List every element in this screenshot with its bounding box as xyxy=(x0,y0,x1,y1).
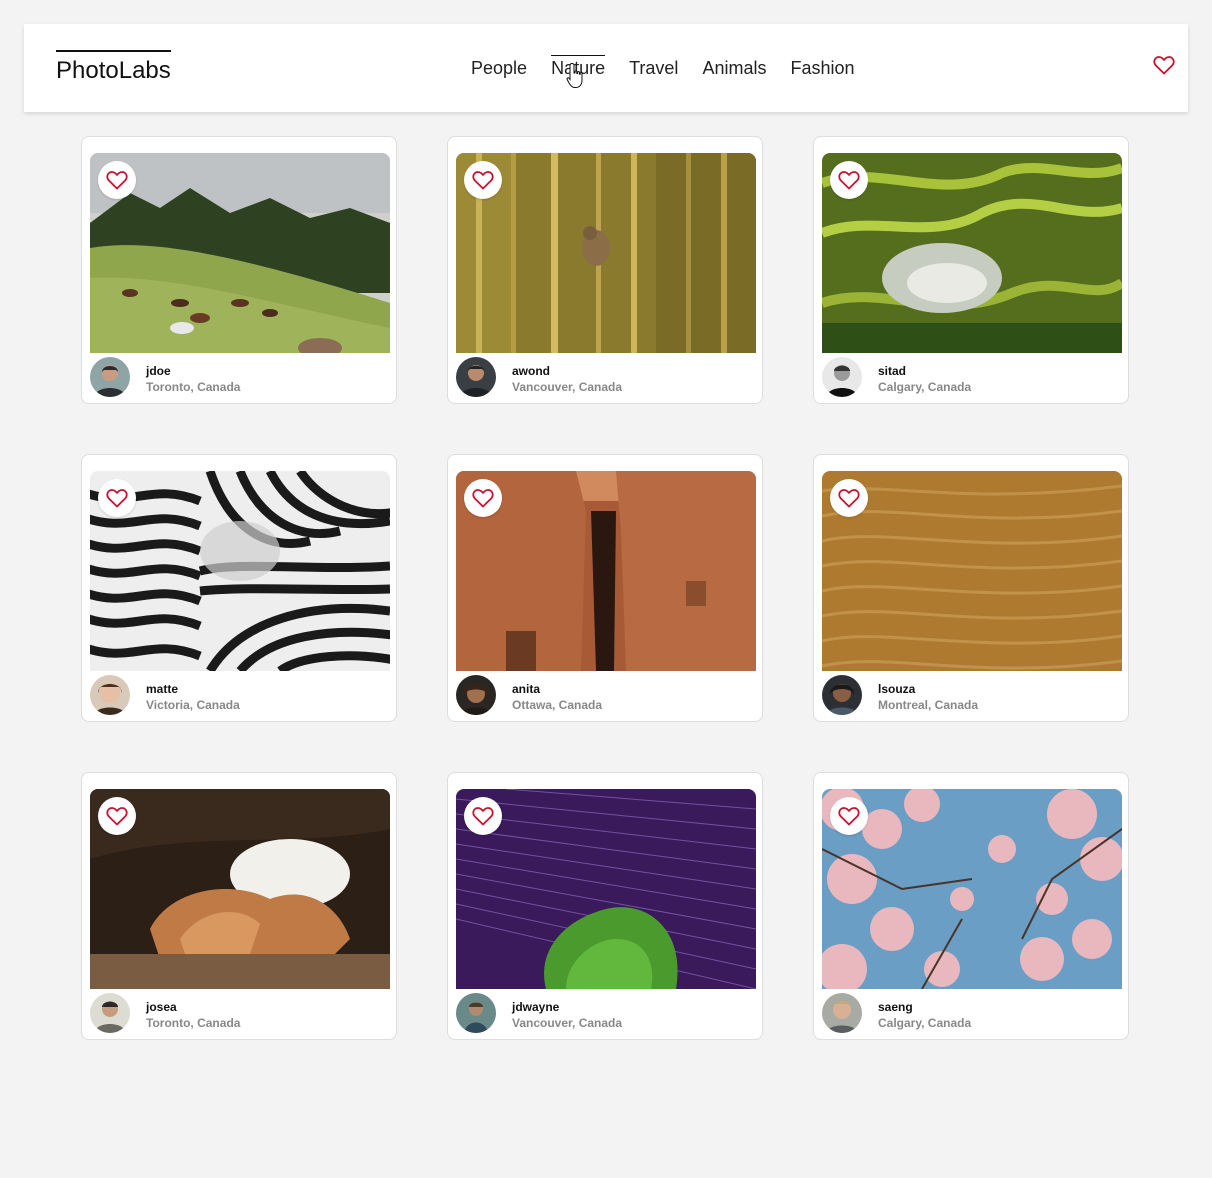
favorites-heart-icon[interactable] xyxy=(1152,53,1176,77)
avatar xyxy=(456,357,496,397)
location: Toronto, Canada xyxy=(146,1016,241,1030)
heart-icon xyxy=(838,807,860,826)
photo-card[interactable]: matte Victoria, Canada xyxy=(81,454,397,722)
topic-fashion[interactable]: Fashion xyxy=(790,55,854,81)
photo-card[interactable]: saeng Calgary, Canada xyxy=(813,772,1129,1040)
favorite-button[interactable] xyxy=(98,479,136,517)
username: saeng xyxy=(878,1000,913,1014)
avatar xyxy=(90,675,130,715)
location: Calgary, Canada xyxy=(878,380,972,394)
username: josea xyxy=(146,1000,177,1014)
favorite-button[interactable] xyxy=(464,161,502,199)
location: Vancouver, Canada xyxy=(512,1016,623,1030)
topic-animals[interactable]: Animals xyxy=(702,55,766,81)
username: awond xyxy=(512,364,550,378)
photo-card[interactable]: jdwayne Vancouver, Canada xyxy=(447,772,763,1040)
avatar xyxy=(90,993,130,1033)
photo-card[interactable]: jdoe Toronto, Canada xyxy=(81,136,397,404)
username: jdoe xyxy=(146,364,171,378)
top-navigation-bar: PhotoLabs People Nature Travel Animals F… xyxy=(24,24,1188,112)
photo-card[interactable]: sitad Calgary, Canada xyxy=(813,136,1129,404)
heart-icon xyxy=(472,171,494,190)
heart-icon xyxy=(106,171,128,190)
username: anita xyxy=(512,682,541,696)
favorite-button[interactable] xyxy=(830,479,868,517)
favorite-button[interactable] xyxy=(98,161,136,199)
avatar xyxy=(822,357,862,397)
location: Vancouver, Canada xyxy=(512,380,623,394)
heart-icon xyxy=(472,807,494,826)
topic-people[interactable]: People xyxy=(471,55,527,81)
logo[interactable]: PhotoLabs xyxy=(56,50,171,84)
favorite-button[interactable] xyxy=(830,161,868,199)
username: lsouza xyxy=(878,682,916,696)
topic-travel[interactable]: Travel xyxy=(629,55,678,81)
location: Victoria, Canada xyxy=(146,698,240,712)
photo-card[interactable]: josea Toronto, Canada xyxy=(81,772,397,1040)
photo-card[interactable]: lsouza Montreal, Canada xyxy=(813,454,1129,722)
heart-icon xyxy=(106,807,128,826)
avatar xyxy=(456,993,496,1033)
favorite-button[interactable] xyxy=(830,797,868,835)
heart-icon xyxy=(838,489,860,508)
topic-list: People Nature Travel Animals Fashion xyxy=(471,55,855,81)
avatar xyxy=(822,993,862,1033)
location: Calgary, Canada xyxy=(878,1016,972,1030)
username: matte xyxy=(146,682,179,696)
heart-icon xyxy=(472,489,494,508)
location: Montreal, Canada xyxy=(878,698,979,712)
avatar xyxy=(456,675,496,715)
location: Toronto, Canada xyxy=(146,380,241,394)
photo-card[interactable]: anita Ottawa, Canada xyxy=(447,454,763,722)
hand-cursor-icon xyxy=(566,62,583,88)
favorite-button[interactable] xyxy=(98,797,136,835)
username: sitad xyxy=(878,364,907,378)
photo-card[interactable]: awond Vancouver, Canada xyxy=(447,136,763,404)
heart-icon xyxy=(106,489,128,508)
location: Ottawa, Canada xyxy=(512,698,603,712)
favorite-button[interactable] xyxy=(464,797,502,835)
favorite-button[interactable] xyxy=(464,479,502,517)
avatar xyxy=(90,357,130,397)
avatar xyxy=(822,675,862,715)
username: jdwayne xyxy=(512,1000,560,1014)
heart-icon xyxy=(838,171,860,190)
